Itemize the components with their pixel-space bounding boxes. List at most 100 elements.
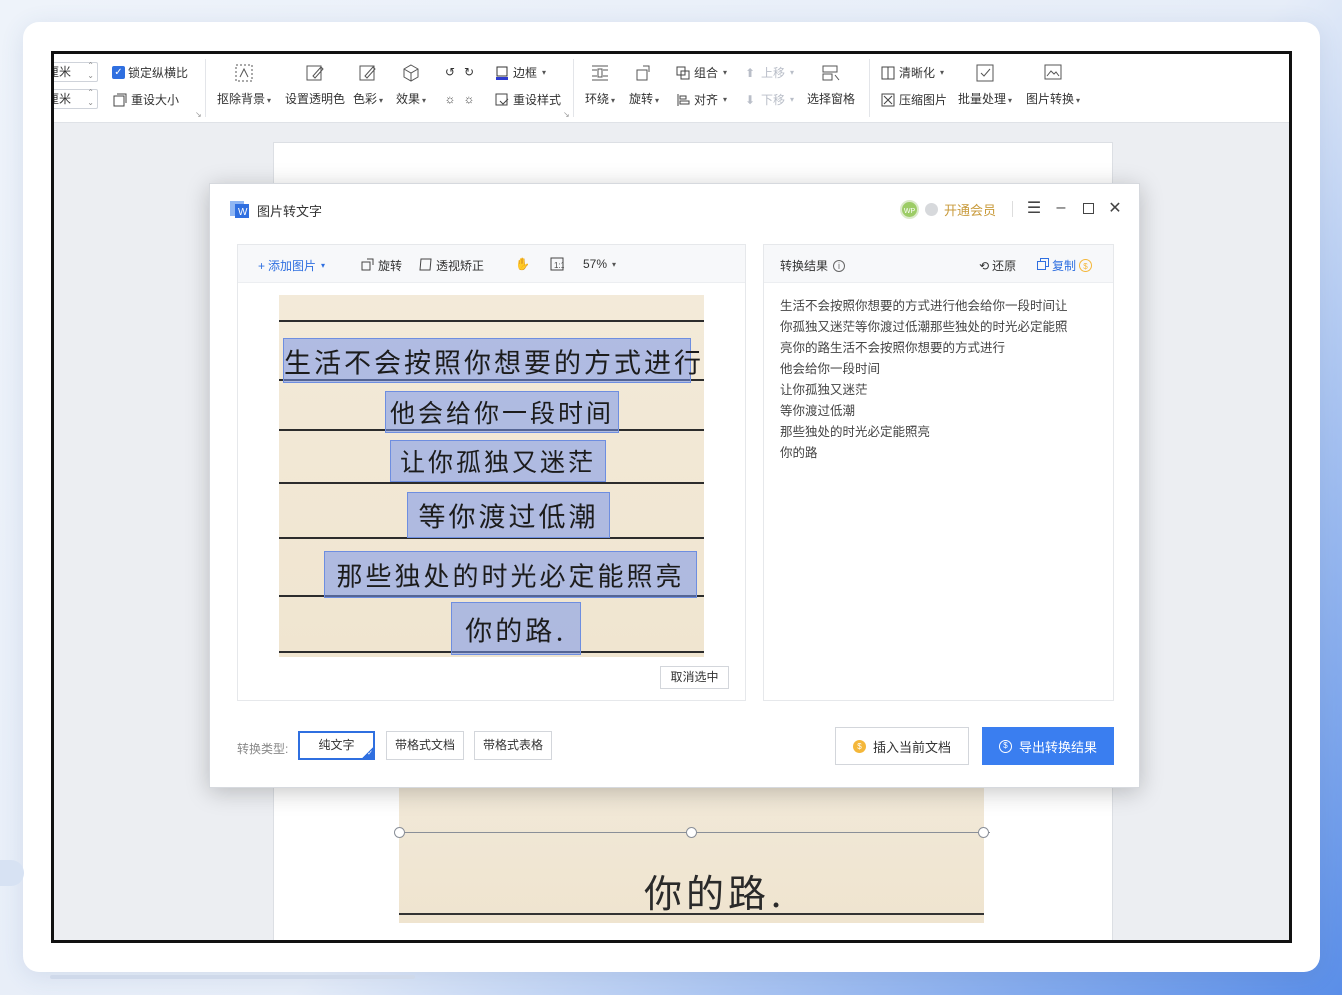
rotate-button[interactable]: 旋转 ▾ [629,62,659,107]
plus-icon: + [258,258,266,273]
batch-button[interactable]: 批量处理 ▾ [958,62,1012,107]
result-panel: 转换结果 i ⟲ 还原 复制 $ 生活不会按照你想要的方式进行他会给你一段时间让 你孤… [763,244,1114,701]
wrap-label: 环绕 [585,92,610,106]
export-result-button[interactable]: $ 导出转换结果 [982,727,1114,765]
maximize-icon[interactable] [1079,199,1097,217]
copy-button[interactable]: 复制 $ [1037,257,1093,274]
transparent-pen-icon [304,62,326,84]
reset-size-button[interactable]: 重设大小 [112,91,179,108]
minimize-icon[interactable]: – [1052,199,1070,217]
coin-icon: $ [852,739,866,753]
brightness-down-icon[interactable]: ☼ [461,91,477,107]
selection-pane-button[interactable]: 选择窗格 [807,62,855,107]
perspective-button[interactable]: 透视矫正 [419,257,484,274]
rotate-icon [361,257,375,274]
text-region[interactable]: 等你渡过低潮 [407,492,610,538]
cancel-selection-button[interactable]: 取消选中 [660,666,729,689]
color-icon [357,62,379,84]
reset-size-label: 重设大小 [131,93,180,107]
type-formatted-table-button[interactable]: 带格式表格 [474,731,552,760]
divider [573,59,574,117]
reset-style-icon [494,92,510,108]
convert-label: 图片转换 [1026,92,1075,106]
text-region[interactable]: 生活不会按照你想要的方式进行 [283,338,701,383]
resize-handle[interactable] [394,827,405,838]
ruled-line [279,320,704,322]
restore-label: 还原 [992,259,1017,273]
move-up-button[interactable]: ⬆ 上移 ▾ [742,64,794,81]
ocr-source-image[interactable]: 生活不会按照你想要的方式进行 他会给你一段时间 让你孤独又迷茫 等你渡过低潮 那… [279,295,704,657]
add-image-button[interactable]: + 添加图片 ▾ [258,257,325,274]
type-formatted-doc-button[interactable]: 带格式文档 [386,731,464,760]
batch-check-icon [974,62,996,84]
result-text[interactable]: 生活不会按照你想要的方式进行他会给你一段时间让 你孤独又迷茫等你渡过低潮那些独处… [780,296,1099,464]
lock-ratio-checkbox[interactable]: ✓ 锁定纵横比 [112,64,188,81]
remove-bg-button[interactable]: 抠除背景 ▾ [217,62,271,107]
set-transparent-button[interactable]: 设置透明色 [285,62,345,107]
align-label: 对齐 [694,93,719,107]
move-down-button[interactable]: ⬇ 下移 ▾ [742,91,794,108]
checkbox-checked-icon: ✓ [112,66,125,79]
border-label: 边框 [513,66,538,80]
text-region-line: 等你渡过低潮 [418,502,599,534]
insert-current-doc-button[interactable]: $ 插入当前文档 [835,727,969,765]
open-vip-link[interactable]: 开通会员 [944,200,996,219]
wrap-text-icon [589,62,611,84]
convert-button[interactable]: 图片转换 ▾ [1026,62,1080,107]
close-icon[interactable]: ✕ [1106,199,1124,217]
align-icon [675,92,691,108]
copy-icon [1037,258,1049,273]
zoom-value: 57% [583,257,608,271]
text-region[interactable]: 那些独处的时光必定能照亮 [324,551,697,598]
reset-style-button[interactable]: 重设样式 [494,91,561,108]
side-tab[interactable] [0,860,24,886]
perspective-icon [419,257,433,274]
brightness-up-icon[interactable]: ☼ [442,91,458,107]
dialog-launcher-icon[interactable]: ↘ [563,110,570,119]
resize-handle[interactable] [686,827,697,838]
sharpen-button[interactable]: 清晰化 ▾ [880,64,944,81]
text-region[interactable]: 他会给你一段时间 [385,391,619,433]
scroll-indicator [50,975,415,979]
text-region[interactable]: 让你孤独又迷茫 [390,440,606,482]
group-label: 组合 [694,66,719,80]
hand-tool-icon[interactable]: ✋ [515,257,530,271]
reset-size-icon [112,92,128,108]
document-image-text: 你的路. [644,872,787,916]
selection-border [405,832,990,833]
ruled-line [279,482,704,484]
zoom-select[interactable]: 57% ▾ [583,257,616,271]
resize-handle[interactable] [978,827,989,838]
rotate-right-icon[interactable]: ↻ [461,64,477,80]
result-line: 让你孤独又迷茫 [780,383,868,397]
menu-icon[interactable]: ☰ [1025,199,1043,217]
border-button[interactable]: 边框 ▾ [494,64,546,81]
avatar[interactable]: WP [900,200,919,219]
restore-button[interactable]: ⟲ 还原 [979,257,1016,274]
effects-button[interactable]: 效果 ▾ [396,62,426,107]
brightness-controls: ↺ ↻ [442,64,477,80]
dialog-launcher-icon[interactable]: ↘ [195,110,202,119]
wrap-button[interactable]: 环绕 ▾ [585,62,615,107]
fit-view-icon[interactable]: 1:1 [550,257,564,271]
compress-button[interactable]: 压缩图片 [880,91,947,108]
info-icon[interactable]: i [833,259,846,272]
rotate-image-button[interactable]: 旋转 [361,257,402,274]
divider [205,59,206,117]
result-title-label: 转换结果 [780,259,829,273]
text-region[interactable]: 你的路. [451,602,581,655]
align-button[interactable]: 对齐 ▾ [675,91,727,108]
member-area[interactable]: WP 开通会员 [900,200,996,219]
height-spinner[interactable]: 厘米 [54,61,98,82]
app-screen: 厘米 厘米 ✓锁定纵横比 重设大小 ↘ 抠除背景▾ 设置透明色 色彩▾ 效果▾ … [51,51,1292,943]
group-button[interactable]: 组合 ▾ [675,64,727,81]
color-button[interactable]: 色彩 ▾ [353,62,383,107]
type-plain-text-button[interactable]: 纯文字 [298,731,375,760]
result-toolbar: 转换结果 i ⟲ 还原 复制 $ [764,245,1113,283]
color-label: 色彩 [353,92,378,106]
rotate-left-icon[interactable]: ↺ [442,64,458,80]
width-spinner[interactable]: 厘米 [54,88,98,109]
move-up-icon: ⬆ [744,65,756,80]
cube-icon [400,62,422,84]
move-down-label: 下移 [761,93,786,107]
